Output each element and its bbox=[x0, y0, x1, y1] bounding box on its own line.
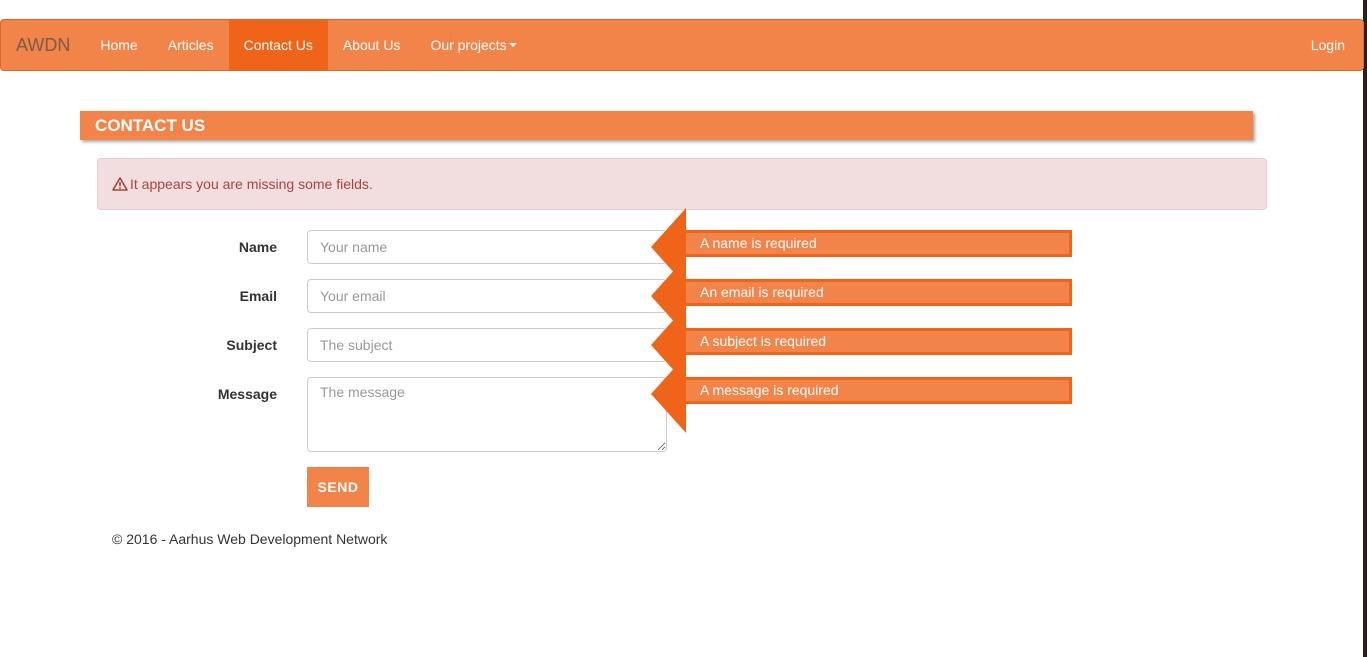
window-edge bbox=[1363, 0, 1367, 657]
login-link[interactable]: Login bbox=[1293, 20, 1363, 70]
email-input[interactable] bbox=[307, 279, 667, 313]
error-alert: It appears you are missing some fields. bbox=[97, 158, 1267, 210]
subject-label: Subject bbox=[226, 337, 277, 353]
page-title: CONTACT US bbox=[80, 111, 1253, 140]
message-textarea[interactable] bbox=[307, 377, 667, 452]
email-error-tooltip: An email is required bbox=[686, 279, 1072, 306]
nav-about-us[interactable]: About Us bbox=[328, 20, 416, 70]
subject-error-tooltip: A subject is required bbox=[686, 328, 1072, 355]
name-error-tooltip: A name is required bbox=[686, 230, 1072, 257]
message-error-arrow bbox=[651, 355, 686, 433]
warning-triangle-icon bbox=[112, 177, 128, 191]
name-label: Name bbox=[238, 239, 277, 255]
nav-contact-us[interactable]: Contact Us bbox=[228, 20, 328, 70]
nav-home[interactable]: Home bbox=[85, 20, 152, 70]
email-label: Email bbox=[239, 288, 277, 304]
send-button[interactable]: SEND bbox=[307, 467, 369, 507]
brand-logo[interactable]: AWDN bbox=[1, 20, 85, 70]
message-error-tooltip: A message is required bbox=[686, 377, 1072, 404]
subject-input[interactable] bbox=[307, 328, 667, 362]
nav-our-projects-dropdown[interactable]: Our projects bbox=[415, 20, 531, 70]
name-input[interactable] bbox=[307, 230, 667, 264]
caret-down-icon bbox=[508, 43, 517, 47]
top-navbar: AWDN Home Articles Contact Us About Us O… bbox=[0, 19, 1364, 71]
alert-message: It appears you are missing some fields. bbox=[130, 176, 373, 192]
nav-articles[interactable]: Articles bbox=[153, 20, 229, 70]
message-label: Message bbox=[217, 386, 277, 402]
nav-our-projects-label: Our projects bbox=[430, 37, 507, 53]
footer-copyright: © 2016 - Aarhus Web Development Network bbox=[112, 531, 388, 547]
